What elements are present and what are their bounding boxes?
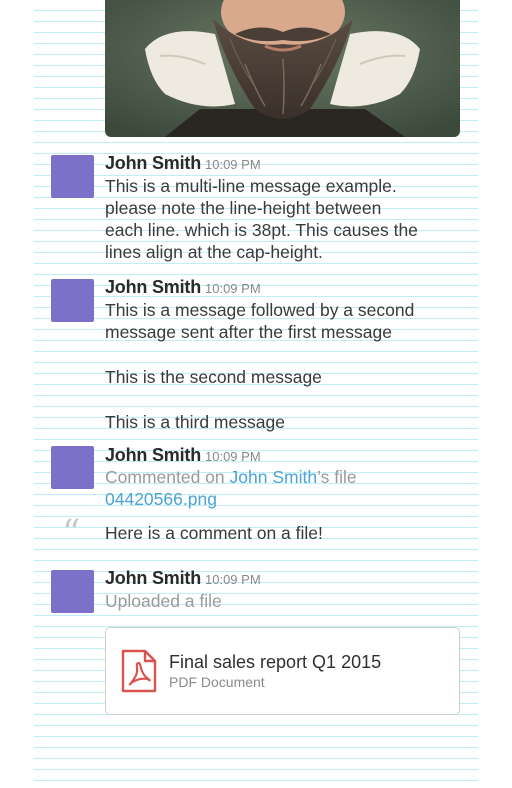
pdf-file-icon — [121, 649, 157, 693]
timestamp: 10:09 PM — [205, 449, 261, 464]
shared-portrait-image[interactable] — [105, 0, 460, 137]
sender-name[interactable]: John Smith — [105, 153, 201, 173]
message-line: each line. which is 38pt. This causes th… — [105, 220, 418, 240]
message-header: John Smith 10:09 PM — [105, 152, 261, 174]
followup-message: This is the second message — [105, 367, 322, 387]
file-type: PDF Document — [169, 674, 265, 690]
message-line: lines align at the cap-height. — [105, 242, 323, 262]
avatar[interactable] — [51, 279, 94, 322]
sender-name[interactable]: John Smith — [105, 445, 201, 465]
avatar[interactable] — [51, 570, 94, 613]
avatar[interactable] — [51, 155, 94, 198]
message-line: message sent after the first message — [105, 322, 392, 342]
comment-suffix: ’s file — [317, 467, 357, 487]
followup-message: This is a third message — [105, 412, 285, 432]
sender-name[interactable]: John Smith — [105, 277, 201, 297]
chat-page: John Smith 10:09 PM This is a multi-line … — [0, 0, 512, 788]
comment-prefix: Commented on — [105, 467, 230, 487]
file-comment: Here is a comment on a file! — [105, 523, 323, 543]
file-link[interactable]: 04420566.png — [105, 488, 217, 510]
message-line: please note the line-height between — [105, 198, 382, 218]
message-line: This is a message followed by a second — [105, 300, 415, 320]
file-name[interactable]: Final sales report Q1 2015 — [169, 651, 381, 673]
upload-notice: Uploaded a file — [105, 591, 222, 611]
comment-notice: Commented on John Smith’s file — [105, 466, 357, 488]
avatar[interactable] — [51, 446, 94, 489]
message-header: John Smith 10:09 PM — [105, 567, 261, 589]
timestamp: 10:09 PM — [205, 281, 261, 296]
message-header: John Smith 10:09 PM — [105, 444, 261, 466]
file-attachment-card[interactable]: Final sales report Q1 2015 PDF Document — [105, 627, 460, 715]
timestamp: 10:09 PM — [205, 157, 261, 172]
message-line: This is a multi-line message example. — [105, 176, 397, 196]
commented-user-link[interactable]: John Smith — [230, 467, 318, 487]
message-header: John Smith 10:09 PM — [105, 276, 261, 298]
quote-icon: “ — [62, 513, 81, 554]
sender-name[interactable]: John Smith — [105, 568, 201, 588]
timestamp: 10:09 PM — [205, 572, 261, 587]
